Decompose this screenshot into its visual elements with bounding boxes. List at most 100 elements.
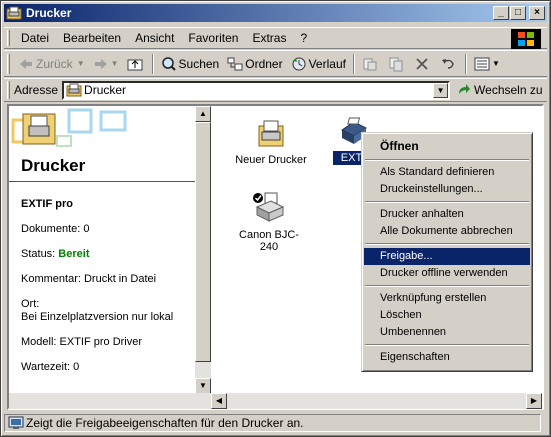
menu-sharing[interactable]: Freigabe... <box>364 248 530 265</box>
status-line: Status: Bereit <box>21 248 89 261</box>
views-icon <box>474 56 490 72</box>
copy-to-icon <box>388 56 404 72</box>
toolbar-separator <box>151 53 154 74</box>
left-pane-bottom <box>9 393 211 409</box>
printer-name: EXTIF pro <box>21 198 73 210</box>
views-button[interactable]: ▼ <box>470 53 504 75</box>
scroll-thumb[interactable] <box>195 122 211 362</box>
menu-favoriten[interactable]: Favoriten <box>181 31 245 45</box>
new-printer-label: Neuer Drucker <box>235 154 307 166</box>
close-button[interactable]: × <box>529 6 545 20</box>
go-button[interactable]: Wechseln zu <box>456 82 543 98</box>
new-printer-item[interactable]: Neuer Drucker <box>233 118 309 167</box>
scroll-right-icon[interactable]: ▶ <box>526 393 542 409</box>
menu-create-shortcut[interactable]: Verknüpfung erstellen <box>364 290 530 307</box>
menu-separator <box>365 243 529 245</box>
menu-properties[interactable]: Eigenschaften <box>364 349 530 366</box>
forward-dropdown-icon[interactable]: ▼ <box>111 59 119 68</box>
folders-icon <box>227 56 243 72</box>
details-header: Drucker <box>9 106 195 182</box>
menu-rename[interactable]: Umbenennen <box>364 324 530 341</box>
menu-separator <box>365 344 529 346</box>
vertical-scrollbar[interactable]: ▲ ▼ <box>195 106 211 396</box>
status-label: Status: <box>21 248 59 260</box>
status-field: Zeigt die Freigabeeigenschaften für den … <box>4 414 541 432</box>
address-field[interactable]: Drucker ▼ <box>62 80 451 100</box>
menu-bar: Datei Bearbeiten Ansicht Favoriten Extra… <box>4 27 547 49</box>
status-value: Bereit <box>58 248 90 260</box>
views-dropdown-icon[interactable]: ▼ <box>492 59 500 68</box>
go-label: Wechseln zu <box>474 83 543 97</box>
menu-cancel-all-documents[interactable]: Alle Dokumente abbrechen <box>364 223 530 240</box>
back-button[interactable]: Zurück ▼ <box>14 53 89 75</box>
menu-ansicht[interactable]: Ansicht <box>128 31 181 45</box>
history-button[interactable]: Verlauf <box>287 53 350 75</box>
documents-count: Dokumente: 0 <box>21 223 90 235</box>
explorer-window: Drucker _ □ × Datei Bearbeiten Ansicht F… <box>0 0 551 437</box>
menu-printing-preferences[interactable]: Druckeinstellungen... <box>364 181 530 198</box>
scroll-left-icon[interactable]: ◀ <box>211 393 227 409</box>
menu-separator <box>365 201 529 203</box>
title-bar[interactable]: Drucker _ □ × <box>4 4 547 22</box>
location-value: Bei Einzelplatzversion nur lokal <box>21 311 174 323</box>
maximize-button[interactable]: □ <box>510 6 526 20</box>
history-label: Verlauf <box>308 56 346 71</box>
minimize-button[interactable]: _ <box>493 6 509 20</box>
copy-to-button[interactable] <box>384 53 410 75</box>
model-line: Modell: EXTIF pro Driver <box>21 336 143 348</box>
status-bar: Zeigt die Freigabeeigenschaften für den … <box>4 413 547 433</box>
search-label: Suchen <box>178 56 220 71</box>
standard-toolbar: Zurück ▼ ▼ Suchen Ordner Verlauf ▼ <box>4 50 547 77</box>
scroll-down-icon[interactable]: ▼ <box>195 378 211 394</box>
up-folder-icon <box>127 56 143 72</box>
menu-extras[interactable]: Extras <box>245 31 293 45</box>
menu-help[interactable]: ? <box>293 31 314 45</box>
folders-button[interactable]: Ordner <box>223 53 286 75</box>
menu-datei[interactable]: Datei <box>14 31 56 45</box>
details-pane: Drucker EXTIF pro Dokumente: 0 Status: B… <box>9 106 195 396</box>
address-dropdown-icon[interactable]: ▼ <box>433 82 449 98</box>
go-arrow-icon <box>456 82 472 98</box>
status-printer-icon <box>8 415 24 431</box>
toolbar-grip[interactable] <box>7 53 10 74</box>
search-button[interactable]: Suchen <box>157 53 224 75</box>
context-menu: Öffnen Als Standard definieren Druckeins… <box>361 132 533 372</box>
folders-label: Ordner <box>245 56 283 71</box>
scroll-up-icon[interactable]: ▲ <box>195 106 211 122</box>
printer-icon <box>253 192 285 222</box>
back-label: Zurück <box>36 56 73 71</box>
undo-icon <box>440 56 456 72</box>
printer-folder-icon <box>6 6 22 20</box>
menu-separator <box>365 159 529 161</box>
history-icon <box>291 56 307 72</box>
window-title: Drucker <box>26 6 72 20</box>
add-printer-icon <box>258 120 284 147</box>
windows-logo-icon <box>511 29 541 49</box>
address-bar: Adresse Drucker ▼ Wechseln zu <box>4 78 547 102</box>
location-label: Ort: <box>21 298 40 310</box>
details-title: Drucker <box>21 156 86 175</box>
menu-grip[interactable] <box>7 30 10 46</box>
canon-printer-label: Canon BJC-240 <box>239 229 299 253</box>
menu-use-offline[interactable]: Drucker offline verwenden <box>364 265 530 282</box>
status-text: Zeigt die Freigabeeigenschaften für den … <box>26 416 304 430</box>
horizontal-scrollbar[interactable]: ◀ ▶ <box>211 393 542 409</box>
menu-delete[interactable]: Löschen <box>364 307 530 324</box>
forward-button[interactable]: ▼ <box>89 53 123 75</box>
menu-open[interactable]: Öffnen <box>364 136 530 156</box>
delete-button[interactable] <box>410 53 436 75</box>
move-to-button[interactable] <box>358 53 384 75</box>
menu-set-default[interactable]: Als Standard definieren <box>364 164 530 181</box>
up-folder-button[interactable] <box>123 53 149 75</box>
comment-line: Kommentar: Druckt in Datei <box>21 273 157 285</box>
canon-printer-item[interactable]: Canon BJC-240 <box>229 191 309 254</box>
address-value: Drucker <box>84 83 127 97</box>
address-label: Adresse <box>14 83 59 97</box>
menu-pause-printer[interactable]: Drucker anhalten <box>364 206 530 223</box>
undo-button[interactable] <box>436 53 462 75</box>
queue-line: Wartezeit: 0 <box>21 361 80 373</box>
address-grip[interactable] <box>7 81 10 99</box>
toolbar-separator <box>352 53 355 74</box>
back-dropdown-icon[interactable]: ▼ <box>77 59 85 68</box>
menu-bearbeiten[interactable]: Bearbeiten <box>56 31 128 45</box>
